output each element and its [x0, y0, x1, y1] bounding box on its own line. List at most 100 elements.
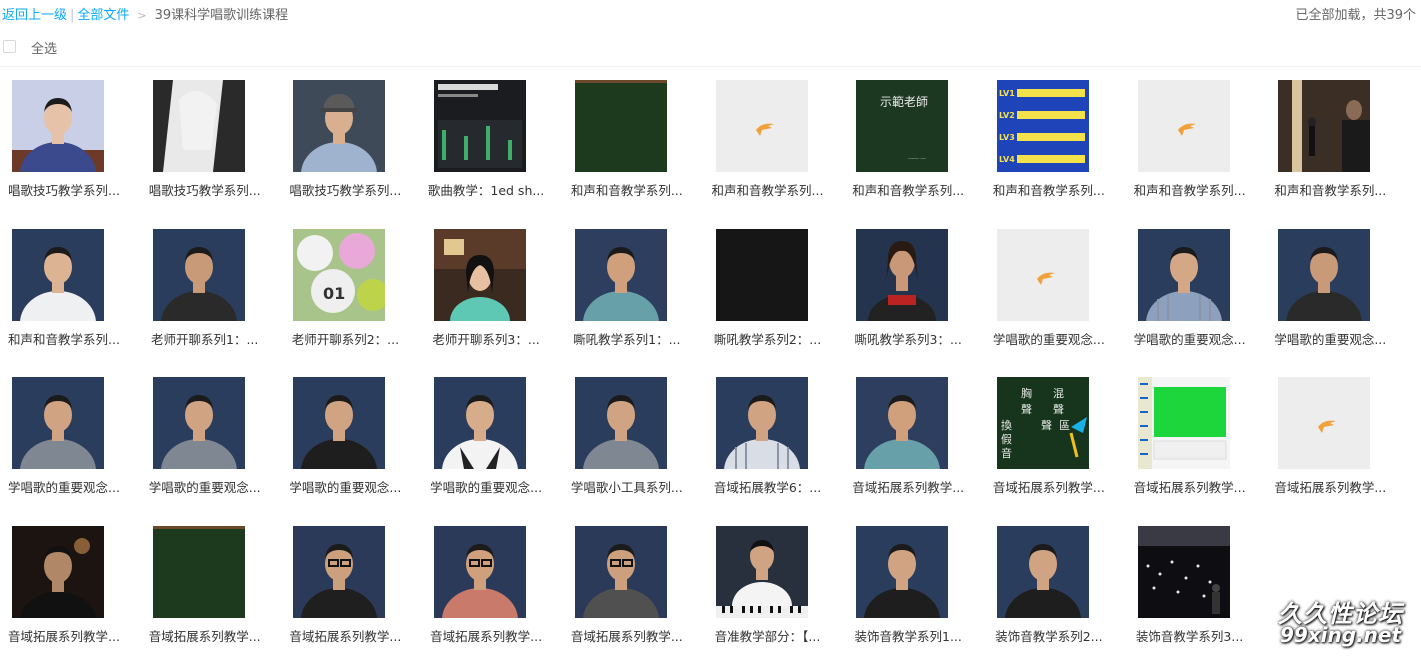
file-name[interactable]: 音域拓展系列教学... [0, 626, 128, 645]
file-name[interactable]: 唱歌技巧教学系列... [281, 180, 409, 199]
file-tile[interactable]: 音域拓展系列教学... [563, 525, 703, 666]
file-name[interactable]: 唱歌技巧教学系列... [141, 180, 269, 199]
video-thumbnail[interactable] [996, 525, 1089, 618]
file-name[interactable]: 老师开聊系列3：... [422, 329, 550, 348]
file-tile[interactable]: LV1 LV2 LV3 LV4 和声和音教学系列... [985, 80, 1125, 220]
video-thumbnail[interactable] [293, 377, 386, 469]
file-name[interactable]: 和声和音教学系列... [704, 180, 832, 199]
file-name[interactable]: 学唱歌的重要观念... [422, 477, 550, 496]
video-thumbnail[interactable] [1278, 228, 1371, 321]
file-tile[interactable]: 音域拓展系列教学... [1126, 377, 1266, 517]
file-name[interactable]: 和声和音教学系列... [0, 329, 128, 348]
video-thumbnail[interactable] [152, 80, 245, 172]
file-tile[interactable]: 和声和音教学系列... [563, 80, 703, 220]
video-thumbnail[interactable] [856, 228, 949, 321]
video-thumbnail[interactable] [1137, 80, 1230, 172]
select-all-checkbox[interactable] [3, 40, 16, 53]
video-thumbnail[interactable] [715, 525, 808, 618]
file-tile[interactable]: 音准教学部分：【... [704, 525, 844, 666]
file-name[interactable]: 老师开聊系列1：... [141, 329, 269, 348]
file-name[interactable]: 学唱歌的重要观念... [0, 477, 128, 496]
file-tile[interactable]: 唱歌技巧教学系列... [281, 80, 421, 220]
video-thumbnail[interactable] [152, 228, 245, 321]
file-name[interactable]: 老师开聊系列2：... [281, 329, 409, 348]
file-tile[interactable]: 音域拓展系列教学... [422, 525, 562, 666]
video-thumbnail[interactable] [1278, 80, 1371, 172]
video-thumbnail[interactable] [856, 525, 949, 618]
file-name[interactable]: 嘶吼教学系列2：... [704, 329, 832, 348]
file-name[interactable]: 嘶吼教学系列1：... [563, 329, 691, 348]
video-thumbnail[interactable] [1137, 525, 1230, 618]
file-tile[interactable]: 学唱歌的重要观念... [1266, 228, 1406, 369]
file-tile[interactable]: 嘶吼教学系列2：... [704, 228, 844, 369]
video-thumbnail[interactable] [856, 377, 949, 469]
video-thumbnail[interactable] [293, 525, 386, 618]
file-name[interactable]: 装饰音教学系列1... [844, 626, 972, 645]
file-name[interactable]: 学唱歌的重要观念... [985, 329, 1113, 348]
file-tile[interactable]: 装饰音教学系列3... [1126, 525, 1266, 666]
file-tile[interactable]: 音域拓展系列教学... [844, 377, 984, 517]
file-tile[interactable]: 装饰音教学系列2... [985, 525, 1125, 666]
video-thumbnail[interactable] [715, 377, 808, 469]
file-name[interactable]: 嘶吼教学系列3：... [844, 329, 972, 348]
video-thumbnail[interactable] [715, 228, 808, 321]
video-thumbnail[interactable] [12, 80, 104, 172]
file-name[interactable]: 学唱歌的重要观念... [141, 477, 269, 496]
file-tile[interactable]: 和声和音教学系列... [1126, 80, 1266, 220]
file-name[interactable]: 音域拓展系列教学... [281, 626, 409, 645]
select-all-label[interactable]: 全选 [31, 38, 57, 57]
file-tile[interactable]: 和声和音教学系列... [704, 80, 844, 220]
file-name[interactable]: 学唱歌的重要观念... [1126, 329, 1254, 348]
video-thumbnail[interactable] [152, 525, 245, 618]
file-tile[interactable]: 音域拓展系列教学... [281, 525, 421, 666]
file-name[interactable]: 音域拓展系列教学... [985, 477, 1113, 496]
file-name[interactable]: 学唱歌的重要观念... [1266, 329, 1394, 348]
video-thumbnail[interactable] [434, 228, 527, 321]
file-name[interactable]: 和声和音教学系列... [985, 180, 1113, 199]
file-name[interactable]: 和声和音教学系列... [1266, 180, 1394, 199]
back-link[interactable]: 返回上一级 [2, 8, 67, 23]
file-tile[interactable]: 音域拓展系列教学... [141, 525, 281, 666]
file-name[interactable]: 音域拓展系列教学... [422, 626, 550, 645]
file-tile[interactable]: 音域拓展系列教学... [0, 525, 140, 666]
video-thumbnail[interactable] [715, 80, 808, 172]
video-thumbnail[interactable] [12, 228, 104, 321]
file-name[interactable]: 唱歌技巧教学系列... [0, 180, 128, 199]
file-name[interactable]: 装饰音教学系列2... [985, 626, 1113, 645]
video-thumbnail[interactable] [293, 80, 386, 172]
file-name[interactable]: 音域拓展系列教学... [844, 477, 972, 496]
file-tile[interactable]: 学唱歌的重要观念... [422, 377, 562, 517]
file-tile[interactable]: 音域拓展教学6：... [704, 377, 844, 517]
file-tile[interactable]: 装饰音教学系列1... [844, 525, 984, 666]
file-tile[interactable]: 示範老師 ------ --- 和声和音教学系列... [844, 80, 984, 220]
video-thumbnail[interactable] [434, 80, 527, 172]
video-thumbnail[interactable] [574, 80, 667, 172]
file-tile[interactable]: 01 老师开聊系列2：... [281, 228, 421, 369]
file-name[interactable]: 和声和音教学系列... [844, 180, 972, 199]
video-thumbnail[interactable] [434, 525, 527, 618]
file-tile[interactable]: 嘶吼教学系列3：... [844, 228, 984, 369]
video-thumbnail[interactable]: 01 [293, 228, 386, 321]
video-thumbnail[interactable] [12, 377, 104, 469]
file-tile[interactable]: 老师开聊系列3：... [422, 228, 562, 369]
file-tile[interactable]: 学唱歌的重要观念... [985, 228, 1125, 369]
file-tile[interactable]: 学唱歌的重要观念... [1126, 228, 1266, 369]
file-tile[interactable]: 学唱歌小工具系列... [563, 377, 703, 517]
file-tile[interactable]: 唱歌技巧教学系列... [141, 80, 281, 220]
file-tile[interactable]: 学唱歌的重要观念... [281, 377, 421, 517]
video-thumbnail[interactable]: 胸混聲聲換聲區假音 [996, 377, 1089, 469]
file-name[interactable]: 音准教学部分：【... [704, 626, 832, 645]
video-thumbnail[interactable] [1137, 377, 1230, 469]
file-name[interactable]: 音域拓展系列教学... [563, 626, 691, 645]
video-thumbnail[interactable] [574, 525, 667, 618]
file-name[interactable]: 学唱歌的重要观念... [281, 477, 409, 496]
file-name[interactable]: 音域拓展系列教学... [1266, 477, 1394, 496]
video-thumbnail[interactable] [152, 377, 245, 469]
file-tile[interactable]: 老师开聊系列1：... [141, 228, 281, 369]
video-thumbnail[interactable] [574, 377, 667, 469]
video-thumbnail[interactable] [12, 525, 104, 618]
file-name[interactable]: 音域拓展系列教学... [141, 626, 269, 645]
file-tile[interactable]: 歌曲教学：1ed sh... [422, 80, 562, 220]
video-thumbnail[interactable] [1137, 228, 1230, 321]
file-tile[interactable]: 学唱歌的重要观念... [141, 377, 281, 517]
